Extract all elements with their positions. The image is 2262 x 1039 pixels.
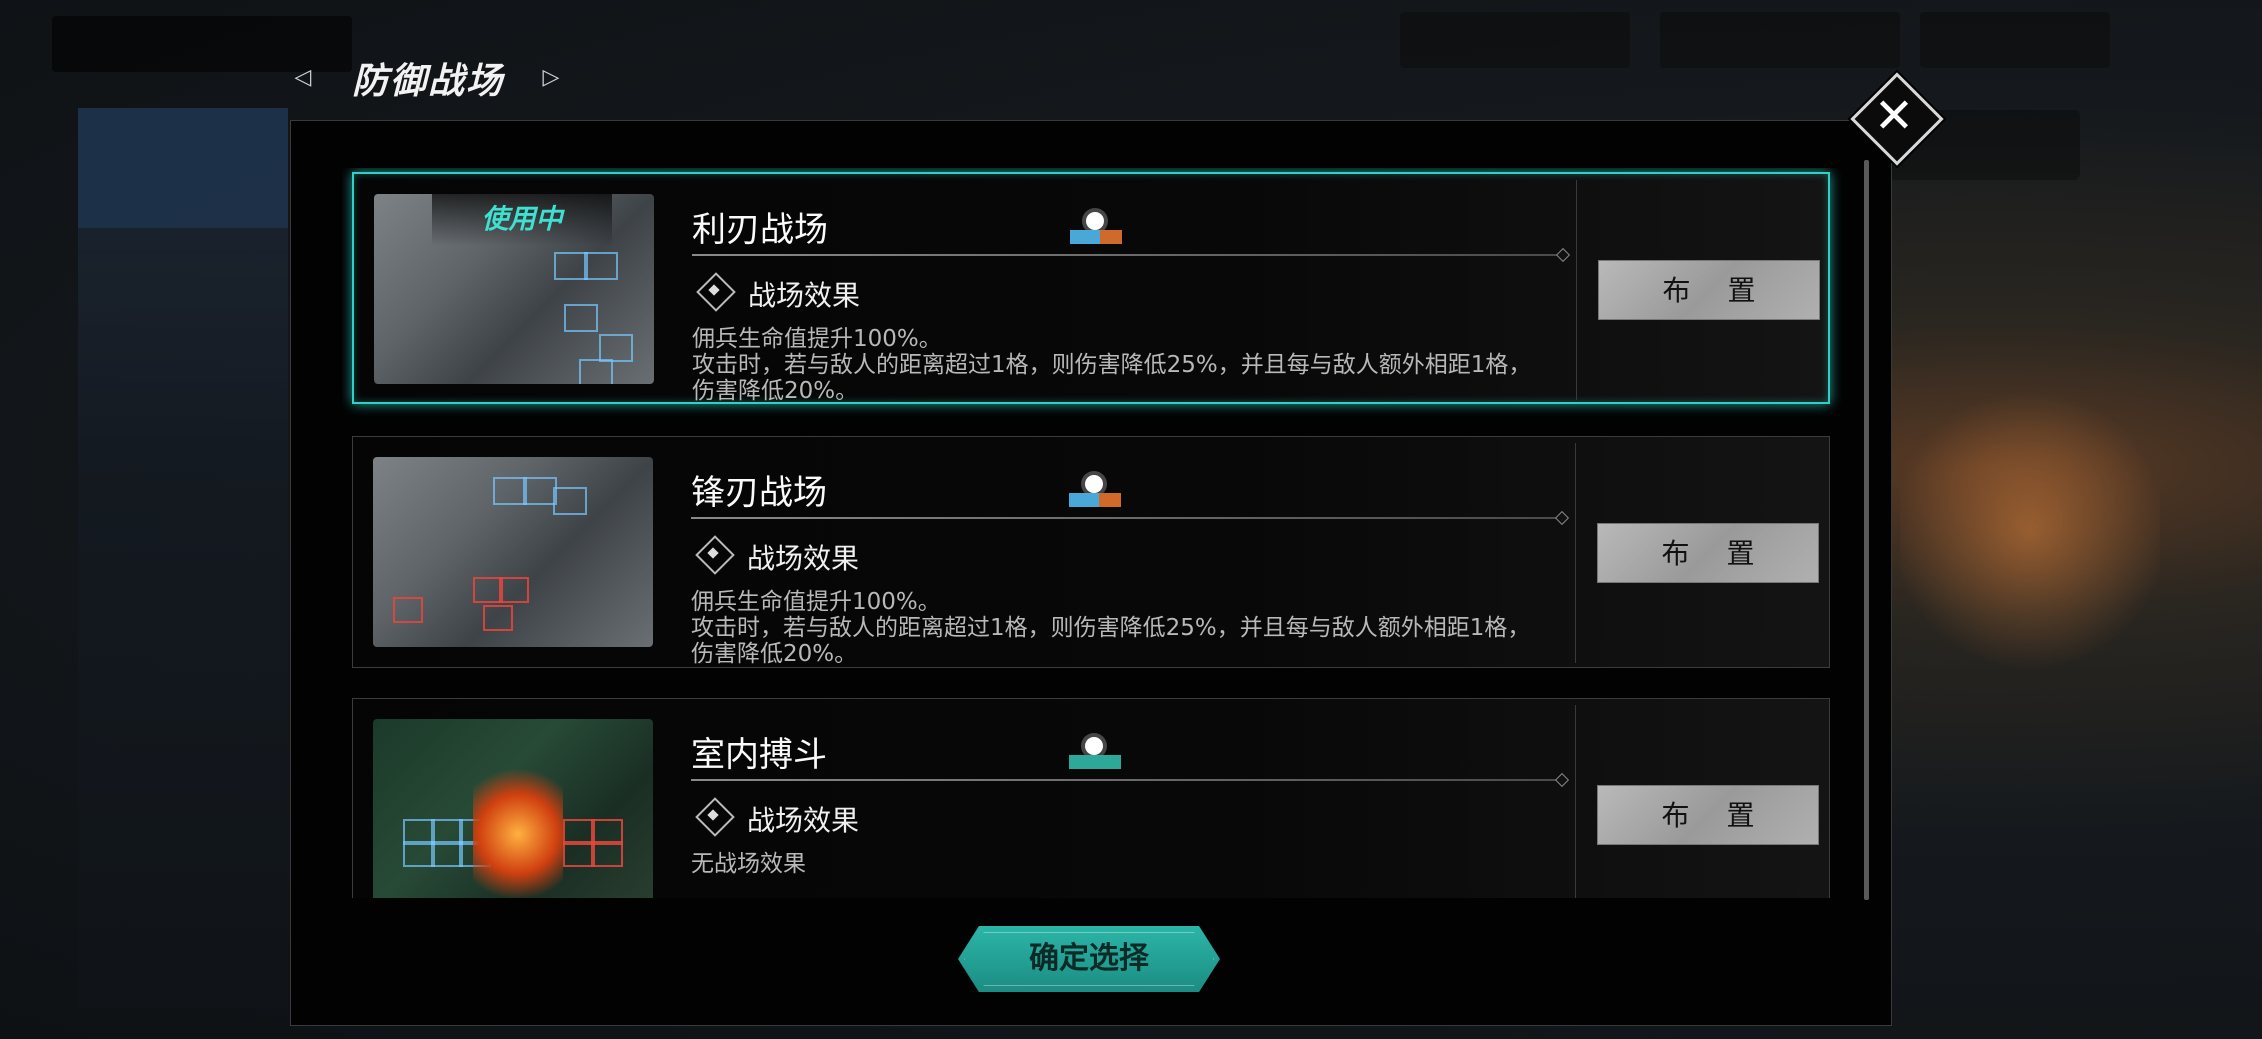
effect-label: 战场效果 [747, 542, 860, 575]
header: ◁ 防御战场 ▷ [290, 52, 564, 104]
diamond-effect-icon [693, 535, 737, 575]
desc-line: 无战场效果 [691, 851, 806, 877]
desc-line: 攻击时，若与敌人的距离超过1格，则伤害降低25%，并且每与敌人额外相距1格， [692, 352, 1532, 378]
battlefield-card[interactable]: 锋刃战场 战场效果 佣兵生命值提升100%。 攻击时，若与敌人的距离超过1格，则… [352, 436, 1830, 668]
confirm-selection-button[interactable]: 确定选择 [958, 926, 1220, 992]
effect-label: 战场效果 [747, 804, 860, 837]
background-resource-bar [1920, 12, 2110, 68]
close-button[interactable]: ✕ [1850, 72, 1944, 166]
battlefield-name: 锋刃战场 [691, 473, 827, 513]
sunny-weather-icon [1070, 210, 1124, 244]
background-glow [1900, 380, 2160, 680]
effect-description: 佣兵生命值提升100%。 攻击时，若与敌人的距离超过1格，则伤害降低25%，并且… [691, 589, 1571, 667]
diamond-effect-icon [693, 797, 737, 837]
confirm-button-label: 确定选择 [1029, 941, 1149, 976]
effect-description: 佣兵生命值提升100%。 攻击时，若与敌人的距离超过1格，则伤害降低25%，并且… [692, 326, 1572, 404]
desc-line: 佣兵生命值提升100%。 [692, 326, 942, 352]
battlefield-thumbnail [373, 457, 653, 647]
battlefield-card[interactable]: 使用中 利刃战场 战场效果 佣兵生命值提升100%。 攻击时，若与敌人的距离超过… [352, 172, 1830, 404]
battlefield-card[interactable]: 室内搏斗 战场效果 无战场效果 布 置 [352, 698, 1830, 898]
background-left-panel [78, 108, 288, 1008]
vertical-divider [1575, 443, 1576, 663]
divider [691, 779, 1563, 781]
page-title: 防御战场 [352, 60, 505, 102]
desc-line: 佣兵生命值提升100%。 [691, 589, 941, 615]
background-resource-bar [1660, 12, 1900, 68]
prev-triangle-icon[interactable]: ◁ [290, 63, 316, 93]
setup-button[interactable]: 布 置 [1597, 523, 1819, 583]
vertical-divider [1576, 180, 1577, 400]
setup-button[interactable]: 布 置 [1598, 260, 1820, 320]
battlefield-list: 使用中 利刃战场 战场效果 佣兵生命值提升100%。 攻击时，若与敌人的距离超过… [342, 168, 1842, 898]
close-x-icon: ✕ [1873, 88, 1915, 144]
battlefield-name: 室内搏斗 [691, 735, 827, 775]
background-resource-bar [1400, 12, 1630, 68]
list-scrollbar[interactable] [1864, 160, 1869, 900]
setup-button[interactable]: 布 置 [1597, 785, 1819, 845]
desc-line: 伤害降低20%。 [692, 378, 859, 404]
diamond-effect-icon [694, 272, 738, 312]
desc-line: 攻击时，若与敌人的距离超过1格，则伤害降低25%，并且每与敌人额外相距1格， [691, 615, 1531, 641]
vertical-divider [1575, 705, 1576, 898]
sunny-weather-icon [1069, 735, 1123, 769]
divider [692, 254, 1564, 256]
desc-line: 伤害降低20%。 [691, 641, 858, 667]
effect-description: 无战场效果 [691, 851, 1571, 877]
sunny-weather-icon [1069, 473, 1123, 507]
battlefield-name: 利刃战场 [692, 210, 828, 250]
effect-label: 战场效果 [748, 279, 861, 312]
divider [691, 517, 1563, 519]
in-use-badge: 使用中 [432, 194, 612, 246]
battlefield-thumbnail [373, 719, 653, 898]
battlefield-thumbnail: 使用中 [374, 194, 654, 384]
next-triangle-icon[interactable]: ▷ [538, 63, 564, 93]
